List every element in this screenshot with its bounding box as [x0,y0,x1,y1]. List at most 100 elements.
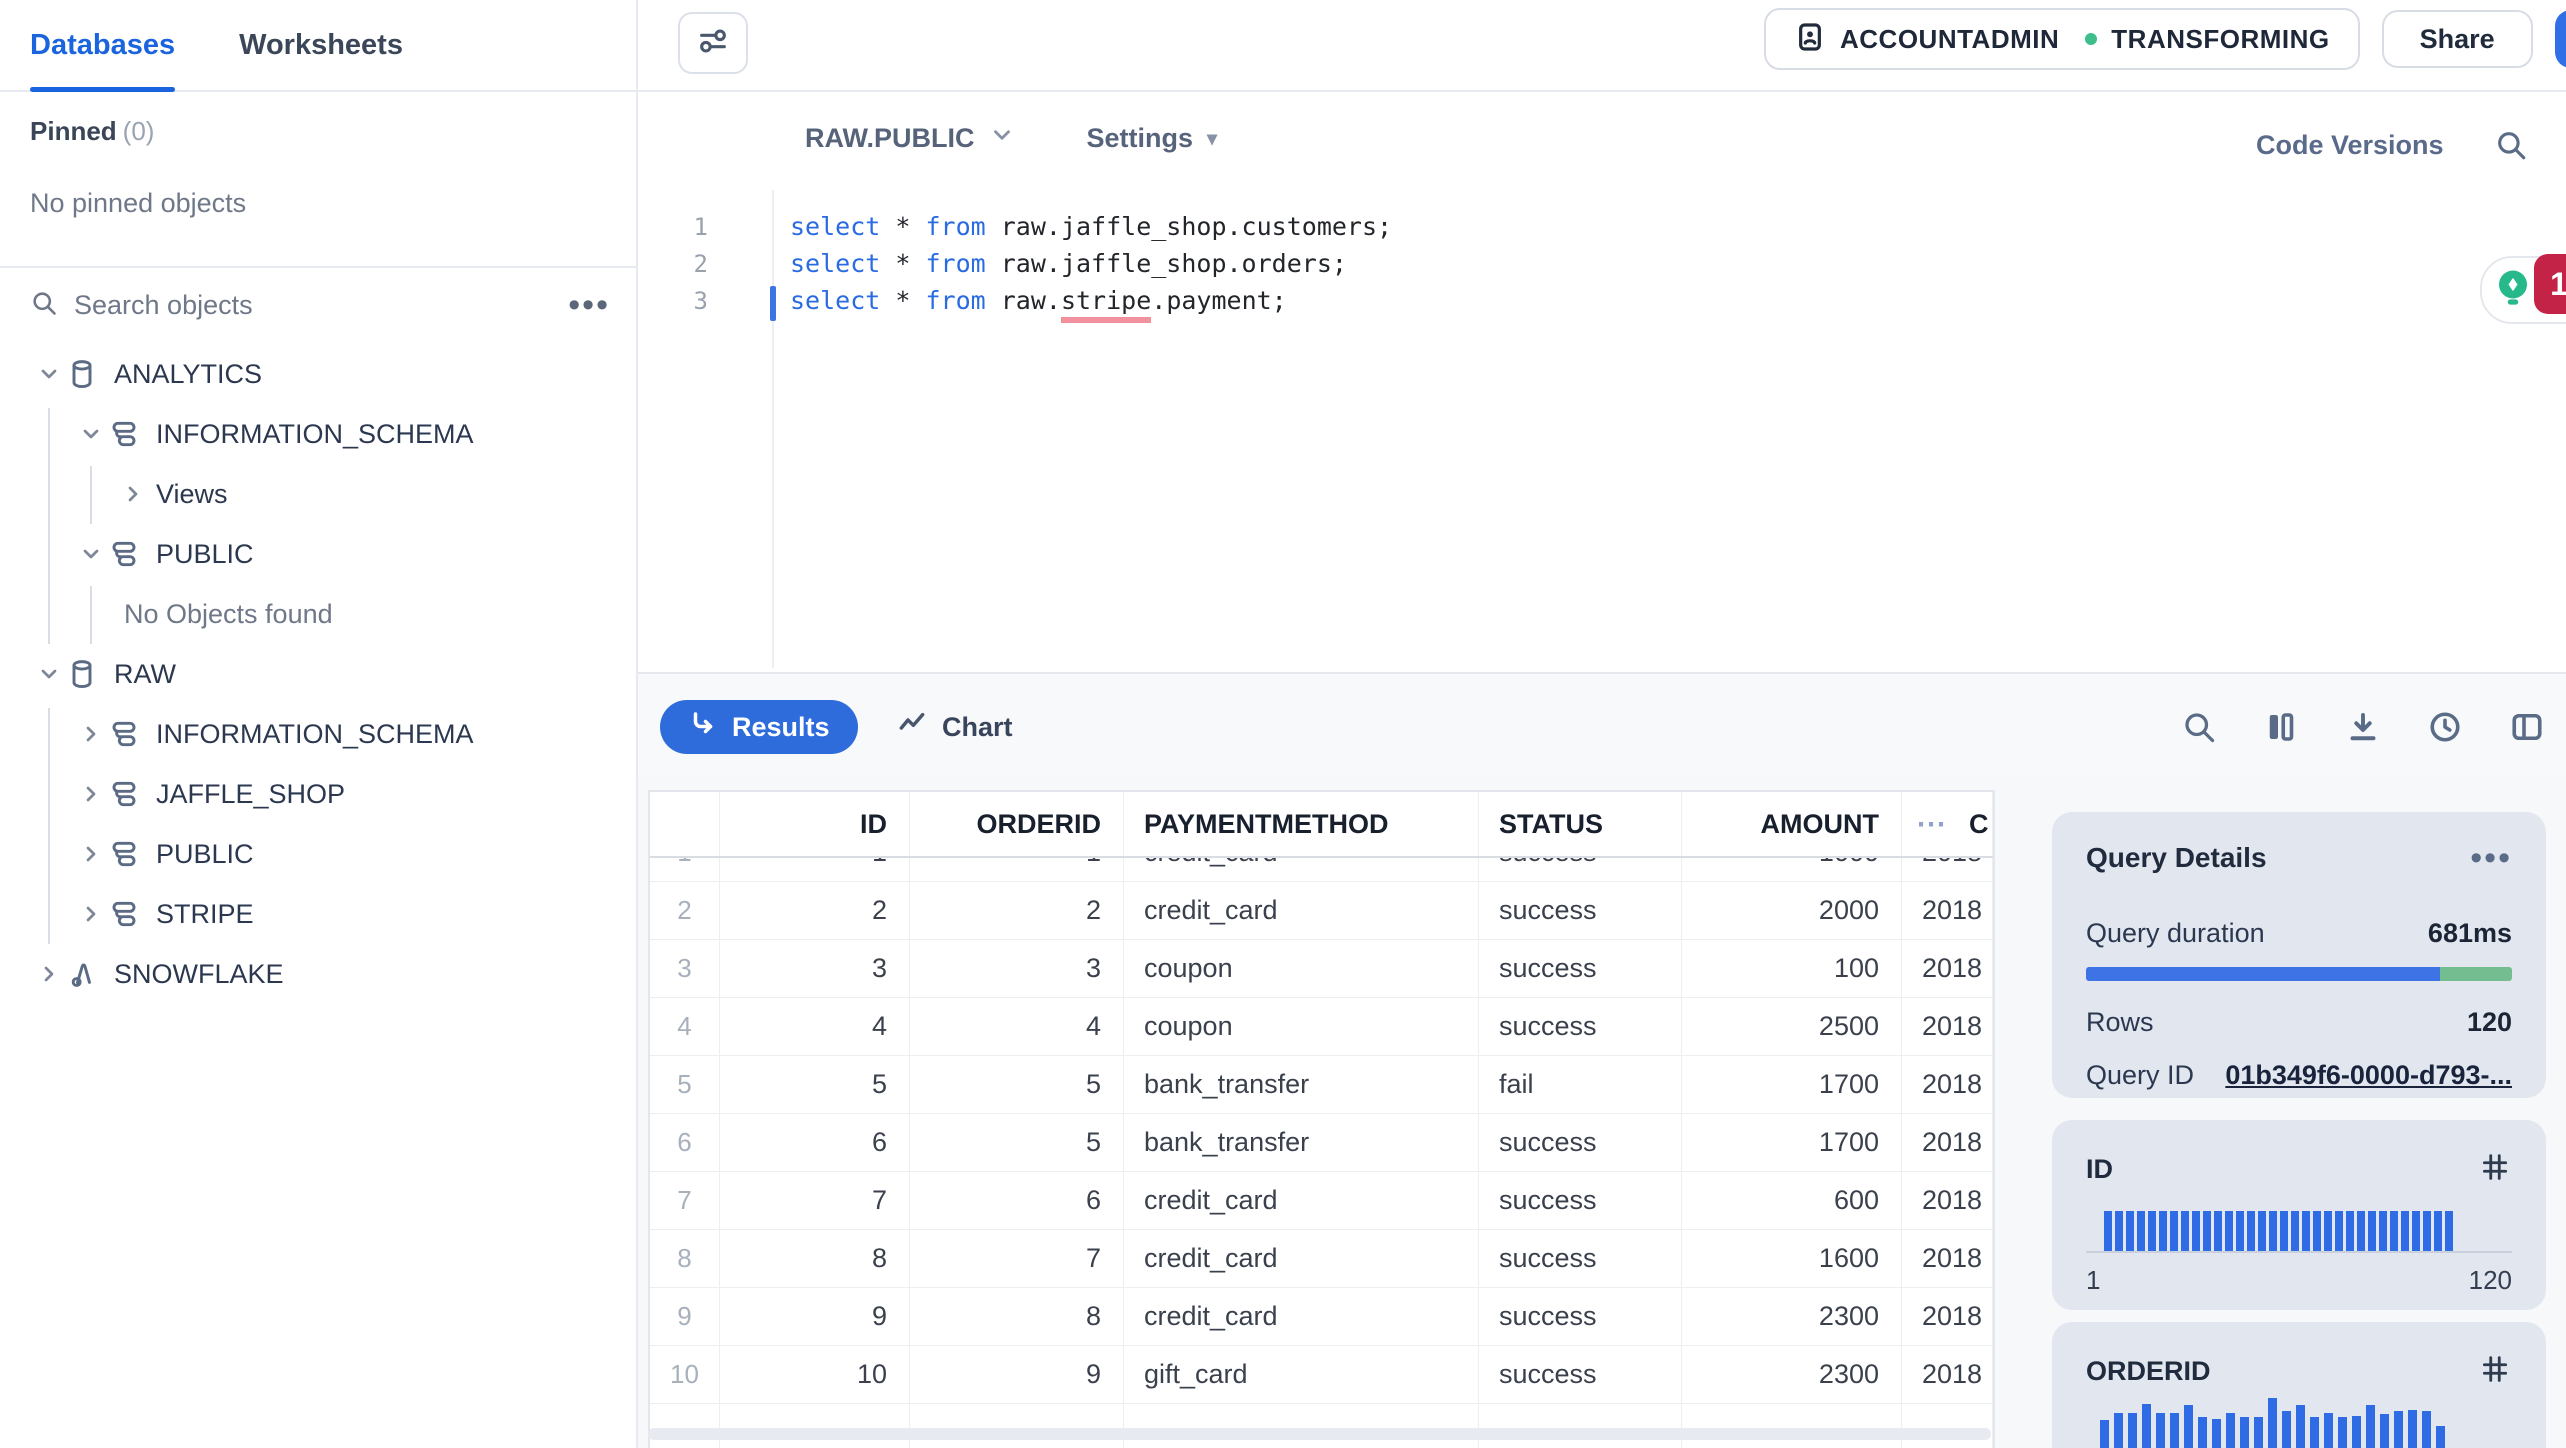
suggestion-pill[interactable]: 1 [2480,254,2566,324]
horizontal-scrollbar[interactable] [648,1428,1991,1440]
download-icon[interactable] [2344,708,2382,746]
current-warehouse: TRANSFORMING [2111,23,2330,54]
tree-chevron-icon[interactable] [118,479,148,509]
table-row[interactable] [650,1404,1993,1448]
column-overflow-icon[interactable]: ⋯ [1916,807,1947,842]
tree-chevron-icon[interactable] [76,839,106,869]
histogram-bar [2324,1413,2333,1448]
histogram-bar [2170,1413,2179,1448]
histogram-bar [2114,1413,2123,1448]
table-row[interactable]: 5 5 5 bank_transfer fail 1700 2018 [650,1056,1993,1114]
histogram-bar [2100,1420,2109,1448]
table-cell: 8 [910,1288,1124,1346]
tree-chevron-icon[interactable] [76,899,106,929]
table-cell: 9 [650,1288,720,1346]
sql-code-line[interactable]: 2 select * from raw.jaffle_shop.orders; [648,245,2566,282]
share-button[interactable]: Share [2381,10,2533,68]
tab-chart[interactable]: Chart [896,700,1013,754]
tab-results[interactable]: Results [660,700,858,754]
query-duration-value: 681ms [2427,918,2512,948]
context-selector[interactable]: RAW.PUBLIC [805,122,1015,154]
results-table[interactable]: 111credit_cardsuccess10002018222credit_c… [648,790,1995,1448]
sidebar-more-options-icon[interactable]: ••• [568,288,610,322]
tree-item-stripe[interactable]: STRIPE [0,884,636,944]
tree-chevron-icon[interactable] [34,359,64,389]
histogram-bar [2291,1211,2299,1251]
table-row[interactable]: 2 2 2 credit_card success 2000 2018 [650,882,1993,940]
table-cell: 1700 [1682,1114,1902,1172]
column-header-status[interactable]: STATUS [1479,792,1682,856]
play-icon[interactable] [2555,26,2566,52]
tree-chevron-icon[interactable] [76,419,106,449]
editor-search-icon[interactable] [2494,128,2528,167]
table-row[interactable]: 3 3 3 coupon success 100 2018 [650,940,1993,998]
column-header-orderid[interactable]: ORDERID [910,792,1124,856]
table-cell [1902,1404,1993,1448]
table-row[interactable]: 9 9 8 credit_card success 2300 2018 [650,1288,1993,1346]
tree-item-views[interactable]: Views [0,464,636,524]
column-header-id[interactable]: ID [720,792,910,856]
table-cell: gift_card [1124,1346,1479,1404]
search-results-icon[interactable] [2180,708,2218,746]
tab-databases[interactable]: Databases [30,0,176,92]
sql-code-line[interactable]: 1 select * from raw.jaffle_shop.customers… [648,208,2566,245]
role-warehouse-selector[interactable]: ACCOUNTADMIN TRANSFORMING [1764,8,2360,70]
histogram-bar [2412,1211,2420,1251]
column-header-c[interactable]: ⋯ C [1902,792,1993,856]
histogram-bar [2338,1417,2347,1448]
id-histogram[interactable] [2086,1207,2512,1253]
tree-chevron-icon[interactable] [76,779,106,809]
history-clock-icon[interactable] [2426,708,2464,746]
results-actions [2180,708,2546,746]
table-cell [1124,1404,1479,1448]
table-cell: 4 [720,998,910,1056]
table-row[interactable]: 6 6 5 bank_transfer success 1700 2018 [650,1114,1993,1172]
rows-label: Rows [2086,1007,2154,1037]
tree-item-jaffle-shop[interactable]: JAFFLE_SHOP [0,764,636,824]
split-panel-icon[interactable] [2508,708,2546,746]
orderid-histogram[interactable] [2100,1398,2445,1448]
column-header-amount[interactable]: AMOUNT [1682,792,1902,856]
query-id-link[interactable]: 01b349f6-0000-d793-... [2225,1060,2512,1091]
tree-item-label: STRIPE [156,898,254,929]
table-row[interactable]: 8 8 7 credit_card success 1600 2018 [650,1230,1993,1288]
tree-guide-line [48,408,50,644]
table-row[interactable]: 10 10 9 gift_card success 2300 2018 [650,1346,1993,1404]
table-cell: 2018 [1902,998,1993,1056]
settings-dropdown[interactable]: Settings ▾ [1087,123,1218,154]
run-button[interactable] [2554,10,2566,68]
tree-item-public[interactable]: PUBLIC [0,824,636,884]
histogram-bar [2379,1211,2387,1251]
caret-down-icon: ▾ [1207,127,1218,150]
object-search[interactable]: Search objects ••• [30,282,610,328]
schema-icon [108,777,148,811]
histogram-bar [2324,1211,2332,1251]
code-versions-link[interactable]: Code Versions [2256,130,2444,161]
tree-chevron-icon[interactable] [34,659,64,689]
tab-worksheets[interactable]: Worksheets [239,0,403,90]
filters-button[interactable] [678,12,748,74]
tree-item-analytics[interactable]: ANALYTICS [0,344,636,404]
query-details-more-icon[interactable]: ••• [2470,841,2512,875]
tree-chevron-icon[interactable] [34,959,64,989]
sql-text: raw. [985,286,1061,315]
sql-editor[interactable]: 1 select * from raw.jaffle_shop.customers… [648,208,2566,323]
tree-chevron-icon[interactable] [76,719,106,749]
tree-item-snowflake[interactable]: SNOWFLAKE [0,944,636,1004]
columns-icon[interactable] [2262,708,2300,746]
rows-value: 120 [2466,1007,2512,1037]
tree-item-label: RAW [114,658,176,689]
tree-chevron-icon[interactable] [76,539,106,569]
table-cell: 2300 [1682,1288,1902,1346]
tree-item-information-schema[interactable]: INFORMATION_SCHEMA [0,404,636,464]
tree-item-information-schema[interactable]: INFORMATION_SCHEMA [0,704,636,764]
histogram-bar [2236,1211,2244,1251]
table-cell: 6 [720,1114,910,1172]
column-header-paymentmethod[interactable]: PAYMENTMETHOD [1124,792,1479,856]
table-body: 111credit_cardsuccess10002018222credit_c… [650,824,1993,1448]
tree-item-raw[interactable]: RAW [0,644,636,704]
table-row[interactable]: 7 7 6 credit_card success 600 2018 [650,1172,1993,1230]
table-row[interactable]: 4 4 4 coupon success 2500 2018 [650,998,1993,1056]
tree-item-public[interactable]: PUBLIC [0,524,636,584]
sql-code-line[interactable]: 3 select * from raw.stripe.payment; [648,282,2566,323]
